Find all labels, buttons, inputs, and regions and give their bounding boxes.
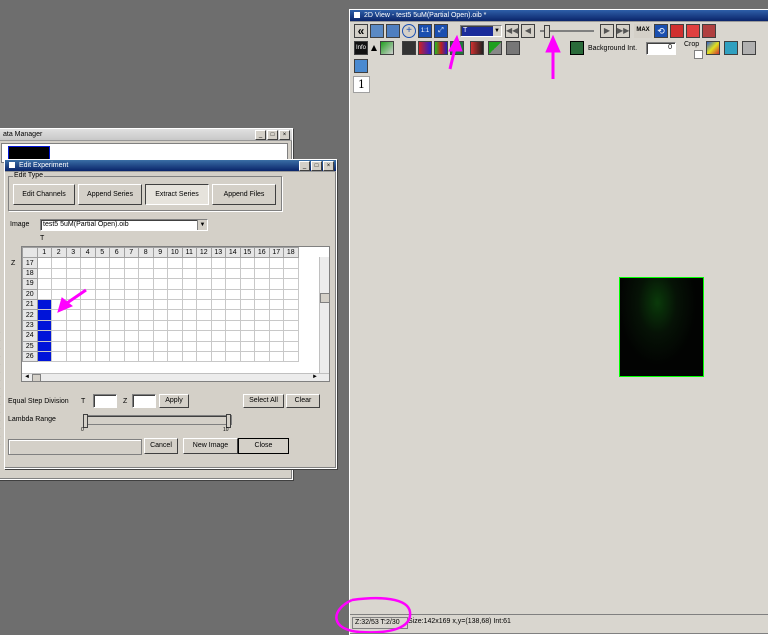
arrow-dimension bbox=[448, 34, 463, 70]
arrow-grid bbox=[57, 288, 87, 313]
arrow-slider bbox=[545, 34, 561, 79]
annotations bbox=[57, 34, 561, 633]
circle-status bbox=[335, 596, 412, 633]
